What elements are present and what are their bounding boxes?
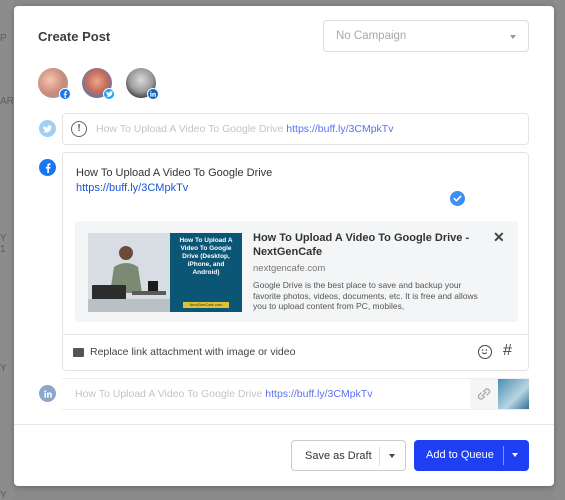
- modal-title: Create Post: [38, 29, 111, 44]
- link-preview-description: Google Drive is the best place to save a…: [253, 280, 478, 311]
- linkedin-attachment-thumbnail[interactable]: [498, 379, 529, 409]
- create-post-modal: Create Post No Campaign ! How To Upload …: [14, 6, 554, 486]
- background-page: P AR Y 1 Y Y 12: [0, 0, 14, 500]
- button-divider: [379, 447, 380, 466]
- link-icon[interactable]: [470, 379, 498, 409]
- warning-icon[interactable]: !: [71, 121, 87, 137]
- bg-fragment: AR: [0, 96, 14, 107]
- facebook-icon: [39, 159, 56, 176]
- avatar-facebook[interactable]: [38, 68, 71, 100]
- linkedin-composer[interactable]: How To Upload A Video To Google Drive ht…: [62, 378, 529, 410]
- facebook-composer[interactable]: How To Upload A Video To Google Drive ht…: [62, 152, 529, 371]
- link-preview-domain: nextgencafe.com: [253, 263, 326, 274]
- linkedin-icon: [39, 385, 56, 402]
- twitter-post-text: How To Upload A Video To Google Drive ht…: [96, 123, 394, 135]
- link-preview-card[interactable]: How To Upload A Video To Google Drive (D…: [75, 221, 518, 322]
- facebook-post-link[interactable]: https://buff.ly/3CMpkTv: [76, 181, 272, 196]
- link-preview-thumbnail: How To Upload A Video To Google Drive (D…: [88, 233, 242, 312]
- link-preview-title: How To Upload A Video To Google Drive - …: [253, 232, 470, 258]
- save-as-draft-label: Save as Draft: [305, 450, 372, 462]
- button-divider: [503, 446, 504, 465]
- replace-attachment-link[interactable]: Replace link attachment with image or vi…: [90, 346, 295, 358]
- linkedin-post-text: How To Upload A Video To Google Drive ht…: [75, 388, 373, 400]
- twitter-icon: [39, 120, 56, 137]
- modal-footer: Save as Draft Add to Queue: [14, 424, 554, 486]
- chevron-down-icon: [510, 35, 516, 39]
- chevron-down-icon[interactable]: [389, 454, 395, 458]
- thumbnail-banner: How To Upload A Video To Google Drive (D…: [170, 233, 242, 312]
- chevron-down-icon[interactable]: [512, 453, 518, 457]
- bg-fragment: P: [0, 33, 7, 44]
- check-icon: [450, 191, 465, 206]
- avatar-twitter[interactable]: [82, 68, 115, 100]
- close-icon[interactable]: ✕: [493, 229, 505, 246]
- image-icon[interactable]: [73, 348, 84, 357]
- campaign-select[interactable]: No Campaign: [323, 20, 529, 52]
- facebook-post-text[interactable]: How To Upload A Video To Google Drive ht…: [76, 166, 272, 196]
- campaign-select-value: No Campaign: [336, 30, 407, 42]
- bg-fragment: Y: [0, 363, 7, 374]
- emoji-icon[interactable]: [478, 345, 492, 359]
- facebook-badge-icon: [59, 88, 71, 100]
- add-to-queue-label: Add to Queue: [426, 449, 494, 461]
- bg-fragment: Y 1: [0, 233, 7, 255]
- person-laptop-image: [88, 233, 170, 312]
- facebook-composer-toolbar: Replace link attachment with image or vi…: [63, 334, 528, 370]
- hashtag-icon[interactable]: #: [503, 342, 512, 360]
- twitter-badge-icon: [103, 88, 115, 100]
- linkedin-badge-icon: [147, 88, 159, 100]
- twitter-composer[interactable]: ! How To Upload A Video To Google Drive …: [62, 113, 529, 145]
- bg-fragment: Y 12: [0, 490, 7, 500]
- add-to-queue-button[interactable]: Add to Queue: [414, 440, 529, 471]
- background-page-right: [554, 0, 565, 500]
- save-as-draft-button[interactable]: Save as Draft: [291, 440, 406, 471]
- avatar-linkedin[interactable]: [126, 68, 159, 100]
